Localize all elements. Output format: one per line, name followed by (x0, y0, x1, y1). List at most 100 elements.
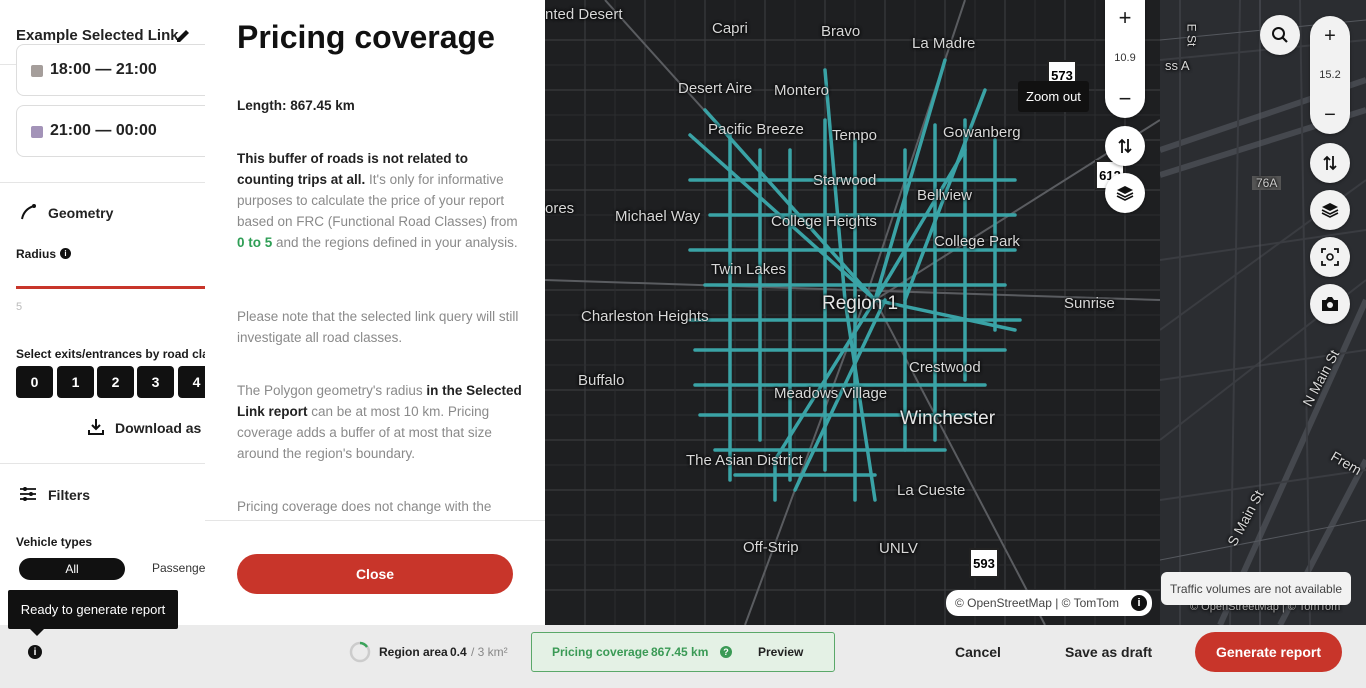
radius-min-value: 5 (16, 301, 23, 313)
modal-footer: Close (205, 520, 545, 625)
attribution-text: © OpenStreetMap | © TomTom (955, 596, 1119, 610)
map-label-pacific-breeze: Pacific Breeze (708, 121, 804, 138)
time-slot-card[interactable]: 21:00 — 00:00 (16, 105, 205, 157)
layers-icon (1116, 186, 1134, 201)
traffic-note: Traffic volumes are not available (1161, 572, 1351, 605)
close-button[interactable]: Close (237, 554, 513, 594)
search-icon (1272, 27, 1288, 43)
swap-arrows-icon (1323, 155, 1337, 171)
map-label-twin-lakes: Twin Lakes (711, 261, 787, 278)
time-slot-swatch (31, 65, 43, 77)
ready-tooltip: Ready to generate report (8, 590, 178, 636)
map-label-gowanberg: Gowanberg (943, 124, 1021, 141)
map-label-college-heights: College Heights (771, 213, 877, 230)
coverage-length: Length: 867.45 km (237, 98, 355, 113)
layers-button[interactable] (1105, 173, 1145, 213)
map-attribution: © OpenStreetMap | © TomTom i (946, 590, 1152, 616)
generate-report-button[interactable]: Generate report (1195, 632, 1342, 672)
exit-frc-1-button[interactable]: 1 (57, 366, 94, 398)
map-label-tempo: Tempo (832, 127, 878, 144)
exit-frc-3-button[interactable]: 3 (137, 366, 174, 398)
pricing-coverage-label: Pricing coverage (552, 645, 649, 659)
modal-paragraph-4: Pricing coverage does not change with th… (237, 499, 492, 514)
geometry-heading: Geometry (48, 205, 114, 221)
p1-text-b: and the regions defined in your analysis… (272, 235, 518, 250)
zoom-control: + 10.9 − (1105, 0, 1145, 118)
map-label-la-madre: La Madre (912, 35, 976, 52)
help-icon[interactable]: ? (720, 646, 732, 658)
radius-label: Radius (16, 247, 57, 261)
time-slot-label: 21:00 — 00:00 (50, 122, 157, 139)
region-area-label: Region area (379, 645, 448, 659)
download-icon (88, 419, 104, 435)
map-label-meadows-village: Meadows Village (774, 385, 888, 402)
info-icon[interactable]: i (28, 645, 42, 659)
region-area-max: / 3 km² (471, 645, 508, 659)
map-label-buffalo: Buffalo (578, 372, 625, 389)
sidebar: Example Selected Link 18:00 — 21:00 21:0… (0, 0, 205, 625)
exit-frc-0-button[interactable]: 0 (16, 366, 53, 398)
map-label-bravo: Bravo (821, 23, 861, 40)
zoom-level: 10.9 (1114, 52, 1136, 64)
divider (0, 463, 205, 464)
modal-paragraph-1: This buffer of roads is not related to c… (237, 148, 522, 253)
screenshot-button[interactable] (1310, 284, 1350, 324)
cancel-button[interactable]: Cancel (955, 644, 1001, 660)
region-area-value: 0.4 (450, 645, 467, 659)
map-label-michael-way: Michael Way (615, 208, 701, 225)
base-zoom-in-button[interactable]: + (1310, 25, 1350, 48)
download-button[interactable]: Download as c (115, 420, 205, 436)
map-label-ssa: ss A (1165, 58, 1190, 73)
zoom-in-button[interactable]: + (1105, 5, 1145, 31)
save-draft-button[interactable]: Save as draft (1065, 644, 1152, 660)
preview-button[interactable]: Preview (758, 645, 803, 659)
layers-icon (1321, 203, 1339, 218)
map-label-la-cueste: La Cueste (897, 482, 966, 499)
frc-range: 0 to 5 (237, 235, 273, 250)
base-layers-button[interactable] (1310, 190, 1350, 230)
time-slot-swatch (31, 126, 43, 138)
pricing-coverage-value: 867.45 km (651, 645, 709, 659)
swap-arrows-icon (1118, 138, 1132, 154)
map-label-crestwood: Crestwood (909, 359, 981, 376)
edit-pencil-icon[interactable] (175, 28, 191, 44)
exit-frc-2-button[interactable]: 2 (97, 366, 134, 398)
map-label-e-st: E St (1184, 23, 1199, 47)
vehicle-passenger-toggle[interactable]: Passenger (152, 561, 205, 575)
modal-title: Pricing coverage (237, 19, 495, 55)
vehicle-all-toggle[interactable]: All (19, 558, 125, 580)
filters-icon (20, 487, 36, 501)
base-zoom-out-button[interactable]: − (1310, 104, 1350, 127)
time-slot-card[interactable]: 18:00 — 21:00 (16, 44, 205, 96)
geometry-icon (21, 204, 36, 220)
map-label-flores: ores (545, 200, 575, 217)
modal-paragraph-2: Please note that the selected link query… (237, 309, 519, 345)
map-label-region-1: Region 1 (822, 293, 899, 314)
map-label-painted-desert: nted Desert (545, 6, 623, 23)
pricing-coverage-modal: Pricing coverage Length: 867.45 km This … (205, 0, 545, 625)
time-slot-label: 18:00 — 21:00 (50, 61, 157, 78)
camera-icon (1322, 297, 1338, 311)
base-fit-button[interactable] (1310, 237, 1350, 277)
fit-bounds-icon (1321, 248, 1339, 266)
search-button[interactable] (1260, 15, 1300, 55)
rotate-button[interactable] (1105, 126, 1145, 166)
map-label-charleston-heights: Charleston Heights (581, 308, 709, 325)
radius-slider[interactable] (16, 286, 205, 289)
route-shield-593: 593 (969, 548, 999, 578)
report-title: Example Selected Link (16, 27, 179, 44)
map-label-bellview: Bellview (917, 187, 973, 204)
map-label-unlv: UNLV (879, 540, 918, 557)
map-label-76a: 76A (1252, 176, 1282, 190)
divider (0, 182, 205, 183)
vehicle-types-label: Vehicle types (16, 535, 93, 549)
info-icon[interactable]: i (60, 248, 71, 259)
zoom-out-button[interactable]: − (1105, 86, 1145, 112)
exit-frc-4-button[interactable]: 4 (178, 366, 205, 398)
exits-label: Select exits/entrances by road cla (16, 347, 205, 361)
base-zoom-level: 15.2 (1319, 69, 1341, 81)
filters-heading: Filters (48, 487, 91, 503)
base-rotate-button[interactable] (1310, 143, 1350, 183)
p3-text-a: The Polygon geometry's radius (237, 383, 427, 398)
info-icon[interactable]: i (1131, 595, 1147, 611)
